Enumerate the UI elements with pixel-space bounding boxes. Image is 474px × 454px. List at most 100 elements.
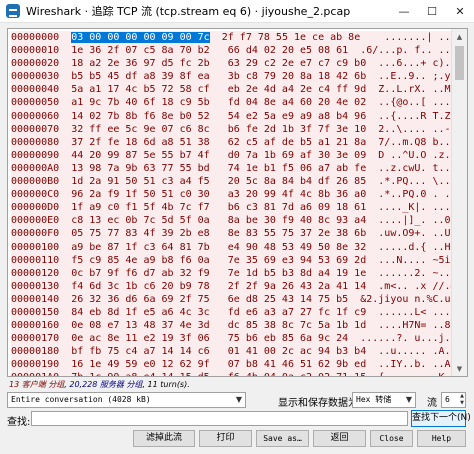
hex-line[interactable]: 00000080 37 2f fe 18 6d a8 51 38 62 c5 a… [11,135,467,149]
hex-line[interactable]: 000000D0 1f a9 c0 f1 5f 4b 7c f7 b6 c3 8… [11,201,467,215]
hex-bytes: 0e ac 8e 11 e2 19 3f 06 75 b6 eb 85 6a 9… [71,333,349,345]
minimize-button[interactable]: — [390,0,418,22]
hex-line[interactable]: 00000120 0c b7 9f f6 d7 ab 32 f9 7e 1d b… [11,266,467,280]
hex-bytes: 16 1e 49 59 e0 12 62 9f 07 b8 41 46 51 6… [71,359,367,371]
spin-arrows-icon[interactable]: ▲ ▼ [460,393,464,407]
hex-offset: 00000140 [11,293,60,305]
hex-line[interactable]: 00000070 32 ff ee 5c 9e 07 c6 8c b6 fe 2… [11,122,467,136]
window-title: Wireshark · 追踪 TCP 流 (tcp.stream eq 6) ·… [26,5,351,18]
print-button[interactable]: 打印 [199,430,252,447]
hex-line[interactable]: 00000050 a1 9c 7b 40 6f 18 c9 5b fd 04 8… [11,96,463,110]
hex-line[interactable]: 00000010 1e 36 2f 07 c5 8a 70 b2 66 d4 0… [11,44,457,58]
filter-out-stream-button[interactable]: 滤掉此流 [133,430,195,447]
hex-offset: 00000000 [11,32,60,43]
hex-line[interactable]: 00000000 03 00 00 00 00 09 00 7c 2f f7 7… [11,31,467,45]
hex-bytes: 2f f7 78 55 1e ce ab 8e [221,32,361,43]
hex-offset: 00000170 [11,333,60,345]
help-button[interactable]: Help [417,430,466,447]
hex-line[interactable]: 00000060 14 02 7b 8b f6 8e b0 52 54 e2 5… [11,109,467,123]
save-as-button[interactable]: Save as… [256,430,309,447]
conversation-select-value: Entire conversation (4028 kB) [11,395,151,404]
hex-line[interactable]: 00000020 18 a2 2e 36 97 d5 fc 2b 63 29 c… [11,57,467,71]
hex-bytes: 13 98 7a 9b 63 77 55 bd 74 1e b1 f5 06 a… [71,162,367,174]
hex-line[interactable]: 000000B0 1d 2a 91 50 51 c3 a4 f5 20 5c 8… [11,175,467,189]
stream-label: 流 [427,398,437,409]
hex-bytes: 1d 2a 91 50 51 c3 a4 f5 20 5c 8a 84 b4 d… [71,176,367,188]
turns-count: , 11 turn(s). [142,380,190,389]
hex-bytes: a1 9c 7b 40 6f 18 c9 5b fd 04 8e a4 60 2… [71,97,367,109]
hex-dump-text[interactable]: 00000000 03 00 00 00 00 09 00 7c 2f f7 7… [8,29,467,376]
stream-content-pane[interactable]: 00000000 03 00 00 00 00 09 00 7c 2f f7 7… [7,28,468,377]
hex-offset: 00000110 [11,254,60,266]
hex-offset: 000000A0 [11,162,60,174]
hex-line[interactable]: 000001A0 7b 1c 90 a8 e4 14 15 d5 f6 4b 0… [11,371,467,376]
scroll-down-arrow-icon[interactable]: ▼ [452,361,467,376]
hex-line[interactable]: 000000C0 96 2a f9 1f 50 51 c0 30 a3 20 9… [11,188,467,202]
title-bar: Wireshark · 追踪 TCP 流 (tcp.stream eq 6) ·… [0,0,474,23]
hex-bytes: 96 2a f9 1f 50 51 c0 30 a3 20 99 4f 4c 8… [71,189,367,201]
hex-offset: 00000020 [11,58,60,70]
maximize-button[interactable]: ☐ [418,0,446,22]
hex-offset: 00000070 [11,123,60,135]
hex-line[interactable]: 00000160 0e 08 e7 13 48 37 4e 3d dc 85 3… [11,319,467,333]
close-button[interactable]: Close [370,430,413,447]
find-input[interactable] [31,411,408,426]
scrollbar-thumb[interactable] [455,46,464,80]
hex-line[interactable]: 00000130 f4 6d 3c 1b c6 20 b9 78 2f 2f 9… [11,279,467,293]
hex-bytes: 37 2f fe 18 6d a8 51 38 62 c5 af de b5 a… [71,136,367,148]
hex-line[interactable]: 00000030 b5 b5 45 df a8 39 8f ea 3b c8 7… [11,70,467,84]
hex-ascii: ......?. u...j.$. [360,333,463,345]
hex-offset: 000000F0 [11,228,60,240]
hex-offset: 00000040 [11,84,60,96]
hex-ascii: .6/...p. f.. ..a [360,45,457,57]
hex-line[interactable]: 00000140 26 32 36 d6 6a 69 2f 75 6e d8 2… [11,292,463,306]
hex-line[interactable]: 00000090 44 20 99 87 5e 55 b7 4f d0 7a 1… [11,148,467,162]
hex-bytes: f5 c9 85 4e a9 b8 f6 0a 7e 35 69 e3 94 5… [71,254,367,266]
hex-bytes: 18 a2 2e 36 97 d5 fc 2b 63 29 c2 2e e7 c… [71,58,367,70]
hex-offset: 00000080 [11,136,60,148]
chevron-down-icon: ▼ [235,395,242,404]
scroll-up-arrow-icon[interactable]: ▲ [452,29,467,44]
close-window-button[interactable]: ✕ [446,0,474,22]
client-packets-count: 13 客户端 分组 [9,380,65,389]
server-packets-count: 20,228 服务器 分组 [69,380,143,389]
hex-offset: 00000190 [11,359,60,371]
hex-line[interactable]: 000000E0 c8 13 ec 0b 7c 5d 5f 0a 8a be 3… [11,214,467,228]
hex-line[interactable]: 00000100 a9 be 87 1f c3 64 81 7b e4 90 4… [11,240,467,254]
hex-line[interactable]: 000000A0 13 98 7a 9b 63 77 55 bd 74 1e b… [11,161,467,176]
hex-offset: 000000D0 [11,202,60,214]
hex-bytes: bf fb 75 c4 a7 14 14 c6 01 41 00 2c ac 9… [71,346,367,358]
vertical-scrollbar[interactable]: ▲ ▼ [451,29,467,376]
hex-offset: 00000150 [11,306,60,318]
hex-line[interactable]: 00000040 5a a1 17 4c b5 72 58 cf eb 2e 4… [11,83,467,97]
hex-line[interactable]: 00000180 bf fb 75 c4 a7 14 14 c6 01 41 0… [11,345,467,359]
find-row: 查找: 查找下一个(N) [7,410,471,428]
hex-offset: 000001A0 [11,372,59,376]
hex-line[interactable]: 000000F0 05 75 77 83 4f 39 2b e8 8e 83 5… [11,227,467,241]
hex-offset: 00000130 [11,280,60,292]
format-select-value: Hex 转储 [356,395,392,404]
hex-line[interactable]: 00000190 16 1e 49 59 e0 12 62 9f 07 b8 4… [11,358,467,372]
find-next-button[interactable]: 查找下一个(N) [411,410,471,427]
hex-line[interactable]: 00000170 0e ac 8e 11 e2 19 3f 06 75 b6 e… [11,332,463,346]
conversation-select[interactable]: Entire conversation (4028 kB) ▼ [7,392,246,408]
hex-bytes: 7b 1c 90 a8 e4 14 15 d5 f6 4b 04 0a c2 0… [71,372,366,376]
stream-number-spinbox[interactable]: 6 ▲ ▼ [441,392,466,408]
hex-offset: 00000030 [11,71,60,83]
hex-line[interactable]: 00000150 84 eb 8d 1f e5 a6 4c 3c fd e6 a… [11,305,467,320]
button-row: 滤掉此流 打印 Save as… 返回 Close Help [7,430,466,448]
window-controls: — ☐ ✕ [390,0,474,22]
hex-bytes: f4 6d 3c 1b c6 20 b9 78 2f 2f 9a 26 43 2… [71,280,367,292]
hex-offset: 000000E0 [11,215,60,227]
format-select[interactable]: Hex 转储 ▼ [352,392,416,408]
hex-line[interactable]: 00000110 f5 c9 85 4e a9 b8 f6 0a 7e 35 6… [11,253,467,267]
hex-bytes: 32 ff ee 5c 9e 07 c6 8c b6 fe 2d 1b 3f 7… [71,123,367,135]
hex-offset: 000000B0 [11,176,60,188]
back-button[interactable]: 返回 [313,430,366,447]
find-label: 查找: [7,417,31,428]
chevron-down-icon: ▼ [405,395,412,404]
hex-bytes: 44 20 99 87 5e 55 b7 4f d0 7a 1b 69 af 3… [71,149,367,161]
hex-bytes: 26 32 36 d6 6a 69 2f 75 6e d8 25 43 14 7… [71,293,349,305]
hex-offset: 00000090 [11,149,60,161]
hex-bytes: 14 02 7b 8b f6 8e b0 52 54 e2 5a e9 a9 a… [71,110,367,122]
